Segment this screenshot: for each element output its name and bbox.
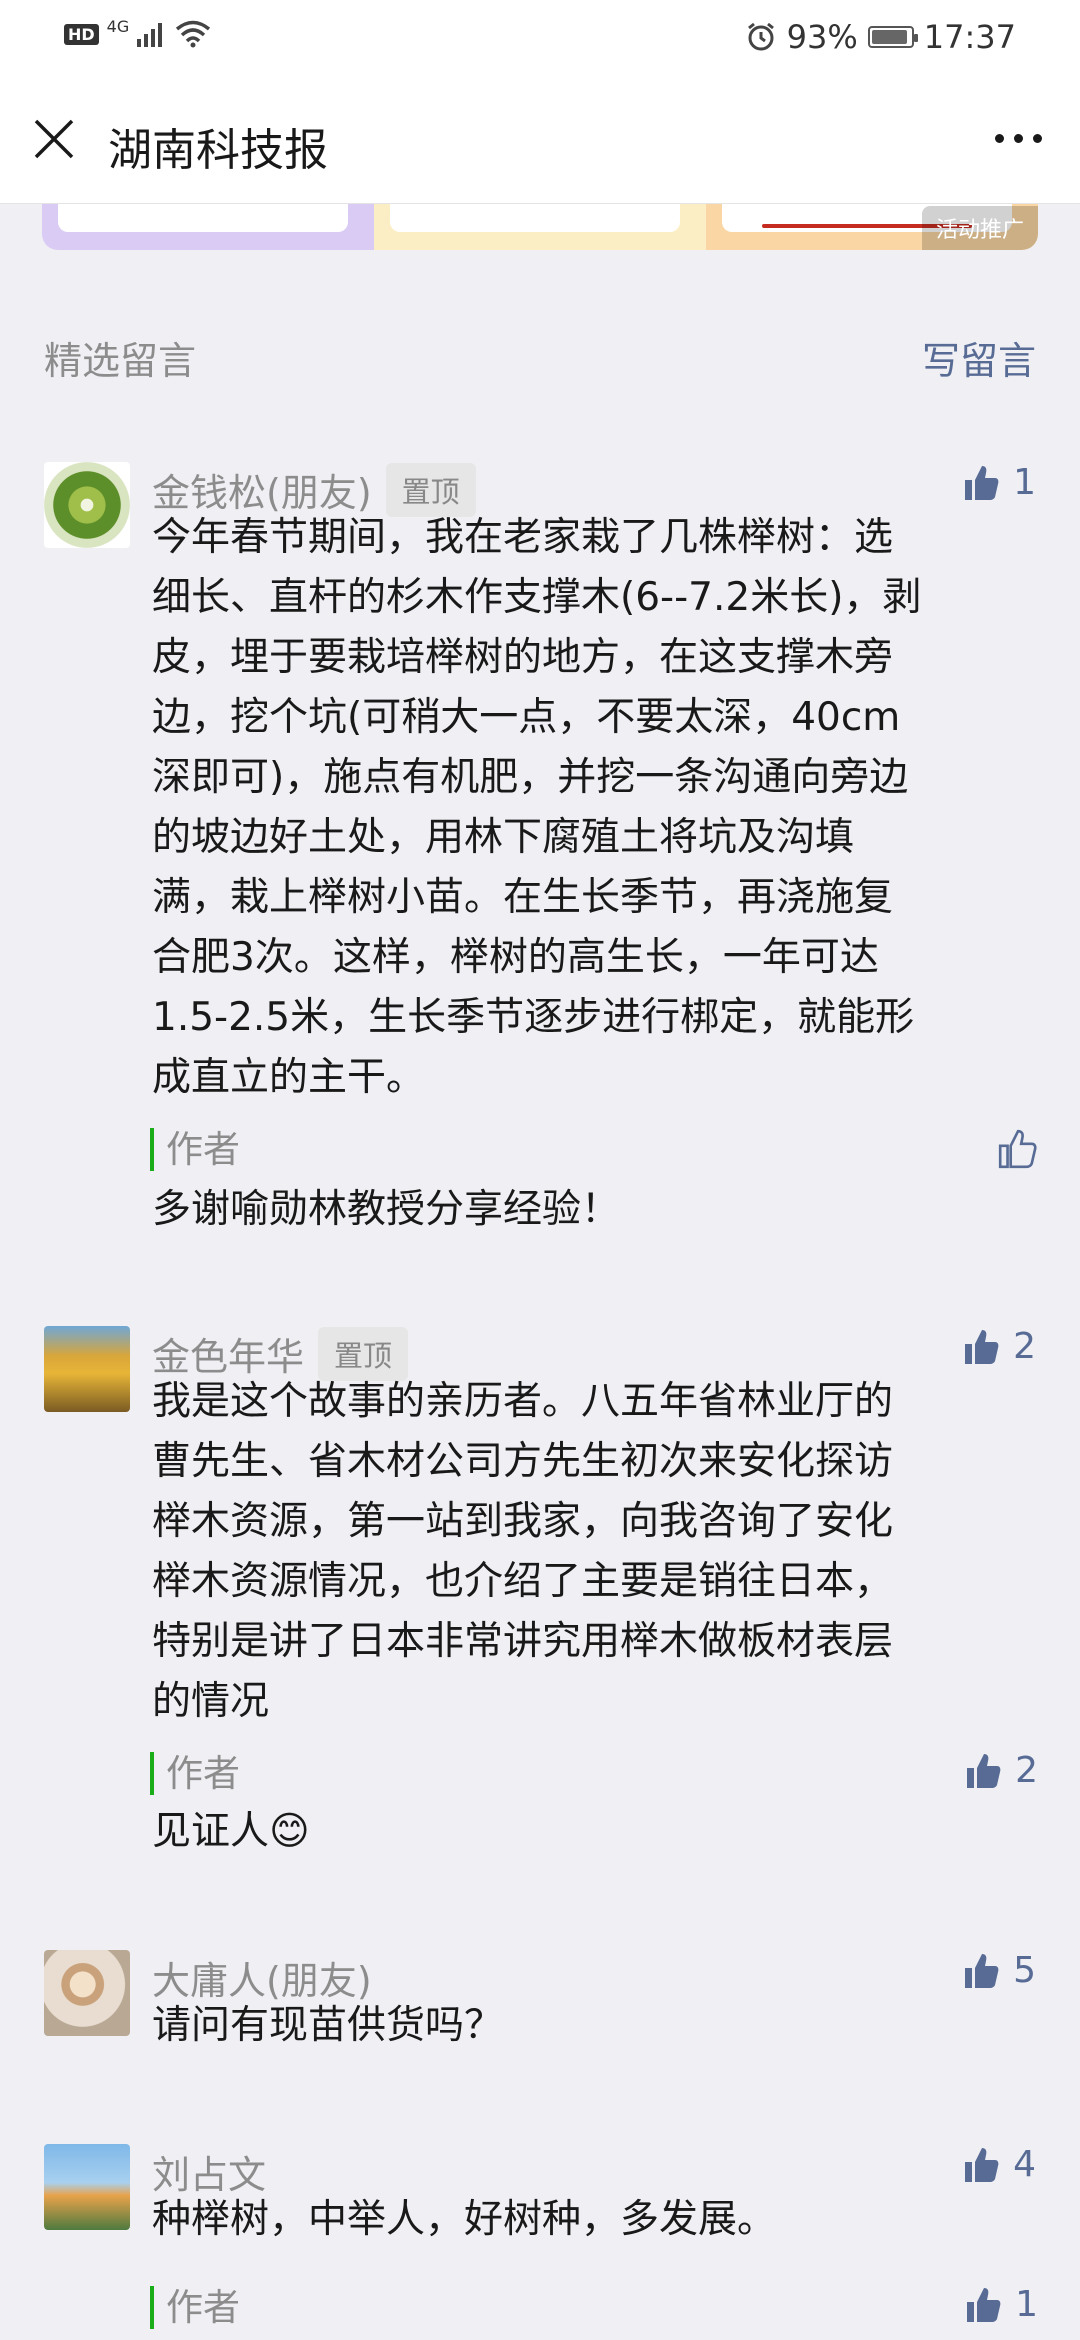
thumb-up-icon bbox=[967, 1753, 1001, 1788]
nav-bar: 湖南科技报 bbox=[0, 72, 1080, 204]
author-reply-row: 作者 bbox=[150, 1128, 1038, 1171]
comment-line: 皮，埋于要栽培榉树的地方，在这支撑木旁 bbox=[152, 635, 894, 680]
comment-line: 特别是讲了日本非常讲究用榉木做板材表层 bbox=[152, 1619, 894, 1664]
thumb-up-icon bbox=[965, 1329, 999, 1364]
like-count: 4 bbox=[1013, 2144, 1036, 2185]
comment-line: 1.5-2.5米，生长季节逐步进行梆定，就能形 bbox=[152, 995, 915, 1040]
avatar[interactable] bbox=[44, 462, 130, 548]
thumb-up-icon bbox=[965, 465, 999, 500]
comment-text: 种榉树，中举人，好树种，多发展。 bbox=[152, 2197, 777, 2242]
promo-banner[interactable]: 活动推广 bbox=[42, 204, 1038, 250]
author-reply-text: 见证人😊 bbox=[152, 1809, 310, 1854]
promo-card[interactable] bbox=[374, 204, 706, 250]
comment-line: 深即可)，施点有机肥，并挖一条沟通向旁边 bbox=[152, 755, 909, 800]
close-icon[interactable] bbox=[32, 117, 76, 161]
thumb-up-icon bbox=[967, 2287, 1001, 2322]
alarm-icon bbox=[747, 22, 774, 51]
like-button[interactable]: 5 bbox=[961, 1950, 1036, 1991]
like-count: 1 bbox=[1013, 462, 1036, 503]
comment-line: 我是这个故事的亲历者。八五年省林业厅的 bbox=[152, 1379, 894, 1424]
thumb-up-icon bbox=[965, 1953, 999, 1988]
comment-line: 满，栽上榉树小苗。在生长季节，再浇施复 bbox=[152, 875, 894, 920]
comment-line: 今年春节期间，我在老家栽了几株榉树：选 bbox=[152, 515, 894, 560]
battery-percent: 93% bbox=[786, 18, 858, 56]
comment-text: 今年春节期间，我在老家栽了几株榉树：选 细长、直杆的杉木作支撑木(6--7.2米… bbox=[152, 508, 1032, 1108]
status-left: HD 4G bbox=[64, 16, 211, 48]
signal-icon bbox=[137, 23, 163, 47]
hd-icon: HD bbox=[64, 23, 99, 45]
network-label: 4G bbox=[106, 16, 130, 36]
like-count: 2 bbox=[1013, 1326, 1036, 1367]
avatar[interactable] bbox=[44, 1950, 130, 2036]
wifi-icon bbox=[176, 20, 211, 48]
like-count: 5 bbox=[1013, 1950, 1036, 1991]
page-title: 湖南科技报 bbox=[108, 125, 328, 176]
comment-text: 请问有现苗供货吗？ bbox=[152, 2003, 504, 2048]
comment-line: 合肥3次。这样，榉树的高生长，一年可达 bbox=[152, 935, 879, 980]
more-icon[interactable] bbox=[995, 134, 1042, 143]
status-bar: HD 4G 93% 17:37 bbox=[0, 0, 1080, 72]
comment-line: 的坡边好土处，用林下腐殖土将坑及沟填 bbox=[152, 815, 855, 860]
author-label: 作者 bbox=[150, 2286, 240, 2329]
author-label: 作者 bbox=[150, 1752, 240, 1795]
battery-fill bbox=[871, 30, 907, 44]
author-reply-row: 作者 1 bbox=[150, 2284, 1038, 2329]
like-button[interactable]: 1 bbox=[961, 462, 1036, 503]
author-label: 作者 bbox=[150, 1128, 240, 1171]
author-like-button[interactable]: 1 bbox=[963, 2284, 1038, 2325]
comment-line: 榉木资源情况，也介绍了主要是销往日本， bbox=[152, 1559, 894, 1604]
avatar[interactable] bbox=[44, 2144, 130, 2230]
write-comment-button[interactable]: 写留言 bbox=[922, 330, 1036, 385]
author-reply-row: 作者 2 bbox=[150, 1750, 1038, 1795]
comment-line: 边，挖个坑(可稍大一点，不要太深，40cm bbox=[152, 695, 901, 740]
thumb-up-icon bbox=[965, 2147, 999, 2182]
author-reply-text: 多谢喻勋林教授分享经验！ bbox=[152, 1187, 621, 1232]
comment-line: 细长、直杆的杉木作支撑木(6--7.2米长)，剥 bbox=[152, 575, 922, 620]
clock: 17:37 bbox=[923, 18, 1016, 56]
comments-header: 精选留言 写留言 bbox=[44, 330, 1036, 385]
comment-line: 成直立的主干。 bbox=[152, 1055, 426, 1100]
comment-line: 榉木资源，第一站到我家，向我咨询了安化 bbox=[152, 1499, 894, 1544]
comment-text: 我是这个故事的亲历者。八五年省林业厅的 曹先生、省木材公司方先生初次来安化探访 … bbox=[152, 1372, 1032, 1732]
section-title: 精选留言 bbox=[44, 339, 197, 383]
promo-badge: 活动推广 bbox=[921, 206, 1038, 250]
like-count: 1 bbox=[1015, 2284, 1038, 2325]
author-like-button[interactable]: 2 bbox=[963, 1750, 1038, 1791]
like-button[interactable]: 4 bbox=[961, 2144, 1036, 2185]
avatar[interactable] bbox=[44, 1326, 130, 1412]
promo-card[interactable] bbox=[42, 204, 374, 250]
comment-line: 曹先生、省木材公司方先生初次来安化探访 bbox=[152, 1439, 894, 1484]
status-right: 93% 17:37 bbox=[745, 18, 1016, 56]
battery-icon bbox=[867, 26, 918, 48]
like-button[interactable]: 2 bbox=[961, 1326, 1036, 1367]
thumb-up-outline-icon[interactable] bbox=[996, 1128, 1038, 1170]
comment-line: 的情况 bbox=[152, 1679, 270, 1724]
like-count: 2 bbox=[1015, 1750, 1038, 1791]
